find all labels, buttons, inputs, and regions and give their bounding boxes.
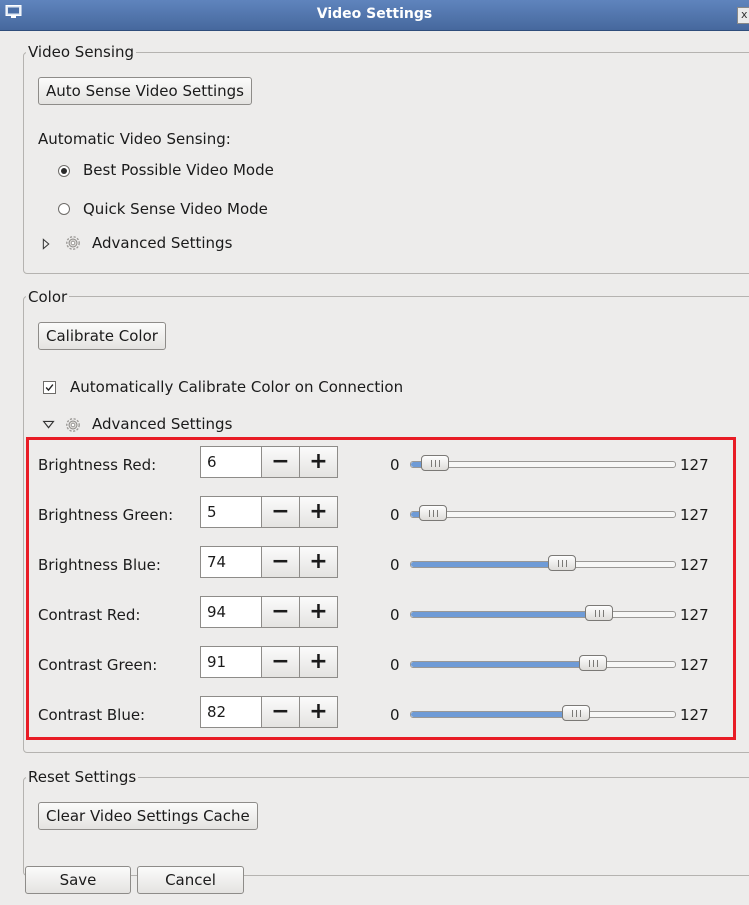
auto-calibrate-label[interactable]: Automatically Calibrate Color on Connect… (70, 377, 403, 397)
quick-mode-label[interactable]: Quick Sense Video Mode (83, 199, 268, 219)
auto-sense-button[interactable]: Auto Sense Video Settings (38, 77, 252, 105)
gear-icon (66, 236, 80, 250)
save-button[interactable]: Save (25, 866, 131, 894)
cancel-button[interactable]: Cancel (137, 866, 244, 894)
calibrate-color-button[interactable]: Calibrate Color (38, 322, 166, 350)
automatic-sensing-label: Automatic Video Sensing: (38, 130, 231, 148)
highlight-box (26, 437, 736, 740)
collapse-triangle-icon[interactable] (41, 416, 57, 434)
color-legend: Color (26, 288, 70, 306)
quick-mode-radio[interactable] (58, 203, 70, 215)
reset-settings-legend: Reset Settings (26, 768, 139, 786)
video-sensing-legend: Video Sensing (26, 43, 137, 61)
color-advanced-settings-toggle[interactable]: Advanced Settings (92, 414, 232, 434)
auto-calibrate-checkbox[interactable] (43, 381, 56, 394)
clear-cache-button[interactable]: Clear Video Settings Cache (38, 802, 258, 830)
best-mode-radio[interactable] (58, 165, 70, 177)
expand-triangle-icon[interactable] (41, 235, 55, 253)
best-mode-label[interactable]: Best Possible Video Mode (83, 160, 274, 180)
close-icon[interactable]: x (737, 7, 749, 24)
gear-icon (66, 418, 80, 432)
title-bar[interactable]: Video Settings x (0, 0, 749, 31)
window-title: Video Settings (316, 6, 433, 22)
video-settings-window: Video Settings x Video Sensing Auto Sens… (0, 0, 749, 905)
video-advanced-settings-toggle[interactable]: Advanced Settings (92, 233, 232, 253)
